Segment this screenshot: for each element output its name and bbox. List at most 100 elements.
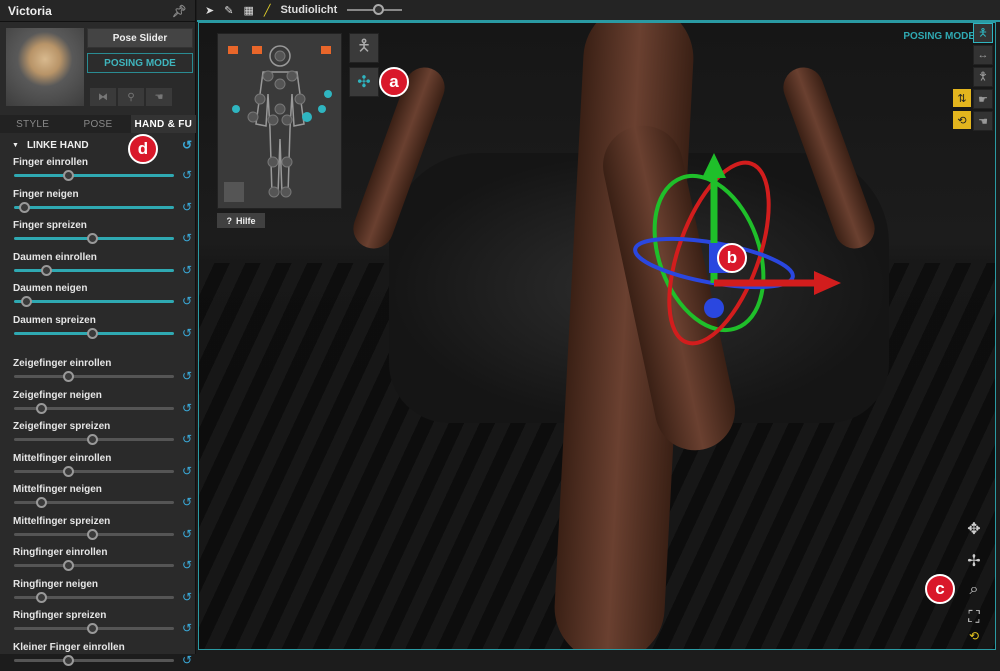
pan-icon[interactable]: ✢ bbox=[963, 551, 985, 571]
character-thumbnail[interactable] bbox=[6, 28, 84, 106]
tab-hand-foot[interactable]: HAND & FU bbox=[131, 115, 196, 133]
reset-icon[interactable]: ↺ bbox=[182, 558, 192, 572]
slider-track[interactable] bbox=[14, 174, 174, 177]
slider-knob[interactable] bbox=[41, 265, 52, 276]
slider-knob[interactable] bbox=[63, 170, 74, 181]
rotate-icon[interactable]: ⟲ bbox=[953, 111, 971, 129]
reset-icon[interactable]: ↺ bbox=[182, 590, 192, 604]
annotation-badge-a: a bbox=[379, 67, 409, 97]
hand-grab-icon[interactable]: ☚ bbox=[973, 111, 993, 131]
slider-knob[interactable] bbox=[63, 655, 74, 666]
reset-icon[interactable]: ↺ bbox=[182, 653, 192, 667]
reset-icon[interactable]: ↺ bbox=[182, 464, 192, 478]
slider-knob[interactable] bbox=[87, 233, 98, 244]
slider-track[interactable] bbox=[14, 596, 174, 599]
slider-label: Zeigefinger neigen bbox=[13, 390, 102, 401]
slider-knob[interactable] bbox=[87, 328, 98, 339]
reset-icon[interactable]: ↺ bbox=[182, 231, 192, 245]
slider-label: Finger spreizen bbox=[13, 220, 87, 231]
slider-knob[interactable] bbox=[19, 202, 30, 213]
orbit-icon[interactable]: ✥ bbox=[963, 519, 985, 539]
slider-row: Finger spreizen ↺ bbox=[8, 218, 196, 250]
reset-icon[interactable]: ↺ bbox=[182, 621, 192, 635]
slider-track[interactable] bbox=[14, 659, 174, 662]
slider-label: Finger neigen bbox=[13, 189, 79, 200]
slider-knob[interactable] bbox=[87, 623, 98, 634]
mirror-icon[interactable]: ⧓ bbox=[90, 88, 116, 106]
zoom-icon[interactable]: ⌕ bbox=[963, 581, 985, 599]
slider-row: Daumen spreizen ↺ bbox=[8, 313, 196, 345]
slider-track[interactable] bbox=[14, 237, 174, 240]
vertical-move-icon[interactable]: ⇅ bbox=[953, 89, 971, 107]
slider-track[interactable] bbox=[14, 501, 174, 504]
posing-figure-icon[interactable]: 🯅 bbox=[973, 23, 993, 43]
help-button[interactable]: ?Hilfe bbox=[217, 213, 265, 228]
slider-knob[interactable] bbox=[63, 560, 74, 571]
hand-icon[interactable]: ☚ bbox=[146, 88, 172, 106]
reset-icon[interactable]: ↺ bbox=[182, 138, 192, 152]
slider-knob[interactable] bbox=[87, 529, 98, 540]
slider-track[interactable] bbox=[14, 470, 174, 473]
reset-icon[interactable]: ↺ bbox=[182, 200, 192, 214]
slider-label: Daumen neigen bbox=[13, 283, 87, 294]
light-slider-knob[interactable] bbox=[373, 4, 384, 15]
reset-icon[interactable]: ↺ bbox=[182, 263, 192, 277]
line-tool-icon[interactable]: ╱ bbox=[264, 4, 271, 17]
body-part-map[interactable] bbox=[217, 33, 342, 209]
slider-track[interactable] bbox=[14, 564, 174, 567]
slider-label: Mittelfinger neigen bbox=[13, 484, 102, 495]
reset-icon[interactable]: ↺ bbox=[182, 495, 192, 509]
slider-track[interactable] bbox=[14, 533, 174, 536]
figure-icon[interactable]: 🯆 bbox=[973, 67, 993, 87]
reset-view-icon[interactable]: ⟲ bbox=[963, 629, 985, 643]
slider-row: Finger einrollen ↺ bbox=[8, 155, 196, 187]
slider-track[interactable] bbox=[14, 269, 174, 272]
reset-icon[interactable]: ↺ bbox=[182, 432, 192, 446]
slider-row: Finger neigen ↺ bbox=[8, 187, 196, 219]
copy-pose-icon[interactable]: ⚲ bbox=[118, 88, 144, 106]
slider-track[interactable] bbox=[14, 438, 174, 441]
reset-icon[interactable]: ↺ bbox=[182, 527, 192, 541]
frame-icon[interactable]: ⛶ bbox=[963, 609, 985, 627]
hand-pose-icon[interactable]: ☛ bbox=[973, 89, 993, 109]
pin-icon[interactable]: 📌︎ bbox=[172, 4, 187, 18]
posing-mode-button[interactable]: POSING MODE bbox=[87, 53, 193, 73]
slider-label: Daumen spreizen bbox=[13, 315, 96, 326]
reset-icon[interactable]: ↺ bbox=[182, 294, 192, 308]
slider-track[interactable] bbox=[14, 375, 174, 378]
reset-icon[interactable]: ↺ bbox=[182, 168, 192, 182]
annotation-badge-c: c bbox=[925, 574, 955, 604]
slider-row: Ringfinger spreizen ↺ bbox=[8, 608, 196, 640]
width-figure-icon[interactable]: ↔ bbox=[973, 45, 993, 65]
light-slider[interactable] bbox=[347, 9, 402, 11]
grid-icon[interactable]: ▦ bbox=[243, 4, 253, 17]
slider-track[interactable] bbox=[14, 206, 174, 209]
slider-knob[interactable] bbox=[21, 296, 32, 307]
reset-icon[interactable]: ↺ bbox=[182, 369, 192, 383]
ruler-icon[interactable]: ✎ bbox=[224, 4, 233, 17]
reset-icon[interactable]: ↺ bbox=[182, 401, 192, 415]
slider-knob[interactable] bbox=[36, 497, 47, 508]
slider-track[interactable] bbox=[14, 627, 174, 630]
slider-track[interactable] bbox=[14, 300, 174, 303]
slider-knob[interactable] bbox=[36, 403, 47, 414]
3d-viewport[interactable]: 🯅 ✣ ?Hilfe a b c POSING MODE 🯅 ↔ 🯆 ☛ ☚ ⇅… bbox=[198, 22, 996, 650]
section-header[interactable]: ▼LINKE HAND↺ bbox=[8, 135, 196, 155]
slider-knob[interactable] bbox=[87, 434, 98, 445]
annotation-badge-d: d bbox=[128, 134, 158, 164]
slider-knob[interactable] bbox=[63, 371, 74, 382]
slider-row: Zeigefinger spreizen ↺ bbox=[8, 419, 196, 451]
slider-row: Mittelfinger spreizen ↺ bbox=[8, 514, 196, 546]
slider-knob[interactable] bbox=[36, 592, 47, 603]
slider-knob[interactable] bbox=[63, 466, 74, 477]
gizmo-mode-icon[interactable]: ✣ bbox=[349, 67, 379, 97]
reset-icon[interactable]: ↺ bbox=[182, 326, 192, 340]
pose-figure-icon[interactable]: 🯅 bbox=[349, 33, 379, 63]
panel-tabs: STYLE POSE HAND & FU bbox=[0, 115, 196, 133]
tab-style[interactable]: STYLE bbox=[0, 115, 65, 133]
select-tool-icon[interactable]: ➤ bbox=[205, 4, 214, 17]
slider-track[interactable] bbox=[14, 332, 174, 335]
tab-pose[interactable]: POSE bbox=[65, 115, 130, 133]
slider-track[interactable] bbox=[14, 407, 174, 410]
pose-slider-button[interactable]: Pose Slider bbox=[87, 28, 193, 48]
